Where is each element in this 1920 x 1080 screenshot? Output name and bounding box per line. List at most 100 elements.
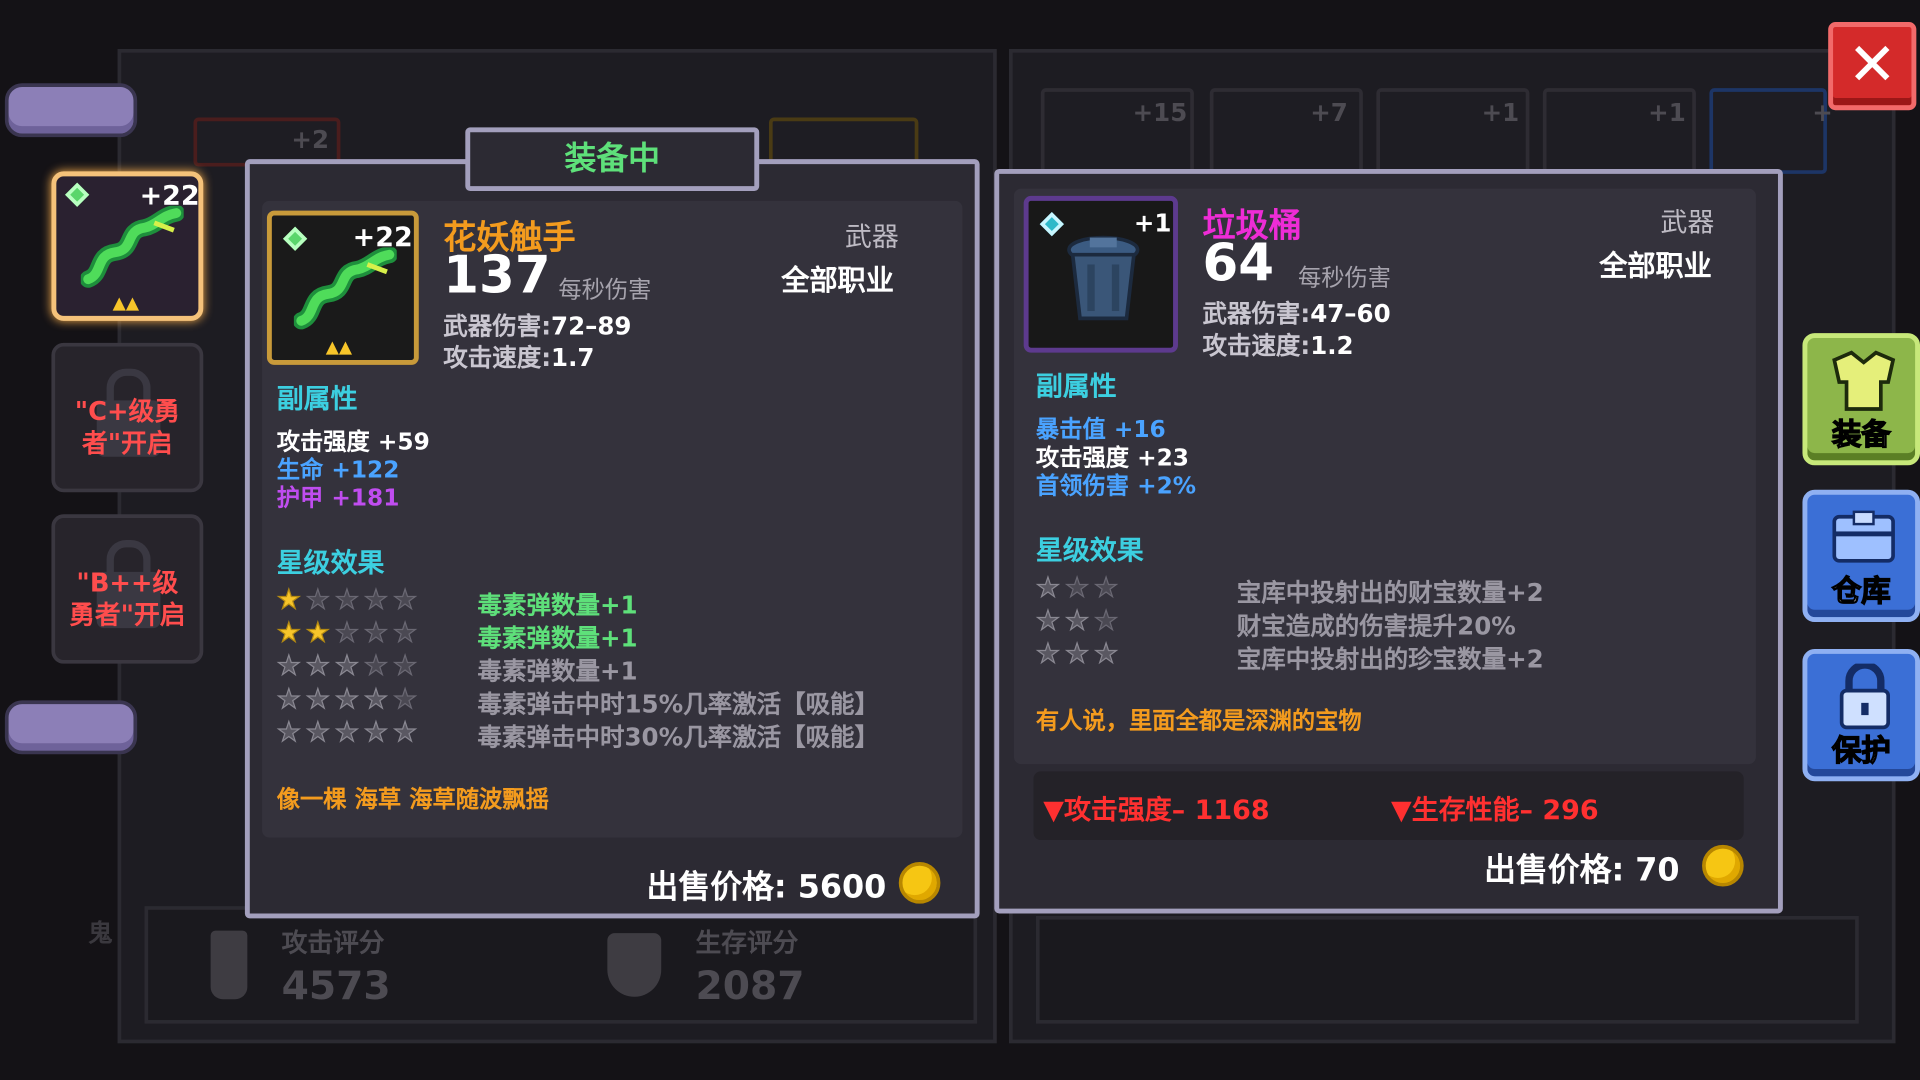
equipped-star-title: 星级效果 xyxy=(276,548,385,580)
sub-attr: 首领伤害 +2% xyxy=(1035,472,1197,500)
star-icon: ★ xyxy=(392,684,418,716)
star-icon: ★ xyxy=(305,717,330,749)
star-effect-text: 毒素弹击中时30%几率激活【吸能】 xyxy=(477,722,880,752)
star-icon: ★ xyxy=(305,684,330,716)
star-effect-stars: ★ ★ ★ ★ ★ xyxy=(276,684,418,716)
star-icon: ★ xyxy=(1035,639,1061,670)
armor-icon xyxy=(1832,350,1896,411)
equipped-item-icon-box: +22 ▲▲ xyxy=(266,210,419,365)
tentacle-weapon-icon xyxy=(293,247,397,330)
equipped-dps-label: 每秒伤害 xyxy=(558,276,652,304)
star-icon: ★ xyxy=(276,618,301,649)
inventory-slot-level: +1 xyxy=(1481,97,1520,128)
star-effect-stars: ★ ★ ★ xyxy=(1035,639,1119,670)
scroll-up-button[interactable] xyxy=(4,83,138,138)
sub-attr: 护甲 +181 xyxy=(276,484,400,512)
chest-icon xyxy=(1832,510,1895,563)
coin-icon xyxy=(1702,844,1744,887)
background-inventory-grid xyxy=(1035,915,1859,1024)
star-icon: ★ xyxy=(1035,573,1061,604)
equipped-item-dps: 137 xyxy=(443,244,551,305)
star-icon: ★ xyxy=(363,585,389,616)
equipment-slot-locked[interactable]: "C+级勇者"开启 xyxy=(51,342,204,493)
star-icon: ★ xyxy=(334,651,360,683)
star-icon: ★ xyxy=(1093,606,1119,637)
unlock-requirement: "B++级勇者"开启 xyxy=(69,568,186,630)
protect-button[interactable]: 保护 xyxy=(1802,648,1920,782)
compare-item-dps: 64 xyxy=(1202,232,1275,293)
star-rank-icon: ▲▲ xyxy=(112,293,140,314)
compare-weapon-damage: 武器伤害:47–60 xyxy=(1202,294,1390,330)
storage-button[interactable]: 仓库 xyxy=(1802,489,1920,623)
star-icon: ★ xyxy=(305,585,330,616)
star-icon: ★ xyxy=(334,684,360,716)
star-icon: ★ xyxy=(392,651,418,683)
star-icon: ★ xyxy=(392,717,418,749)
close-icon: ✕ xyxy=(1847,30,1897,100)
star-effect-text: 毒素弹击中时15%几率激活【吸能】 xyxy=(477,689,880,719)
tentacle-weapon-icon xyxy=(80,205,184,288)
attack-speed-value: 1.7 xyxy=(551,342,595,373)
equipped-attack-speed: 攻击速度:1.7 xyxy=(443,338,594,374)
equipped-tab-label: 装备中 xyxy=(564,140,661,178)
coin-icon xyxy=(898,862,941,904)
star-icon: ★ xyxy=(1093,639,1119,670)
weapon-damage-value: 47–60 xyxy=(1310,298,1391,329)
score-bar xyxy=(144,906,978,1024)
equip-button[interactable]: 装备 xyxy=(1802,333,1920,466)
star-effect-stars: ★ ★ ★ ★ ★ xyxy=(276,651,418,683)
star-effect-text: 毒素弹数量+1 xyxy=(477,656,638,686)
compare-sub-attr-title: 副属性 xyxy=(1035,372,1117,403)
equipped-weapon-damage: 武器伤害:72–89 xyxy=(443,306,631,342)
compare-item-class: 全部职业 xyxy=(1599,251,1712,283)
star-icon: ★ xyxy=(363,684,389,716)
star-effect-stars: ★ ★ ★ ★ ★ xyxy=(276,585,418,616)
compare-star-title: 星级效果 xyxy=(1035,536,1144,567)
shield-icon xyxy=(607,933,662,997)
survival-diff: ▼生存性能– 296 xyxy=(1391,795,1599,827)
scroll-down-button[interactable] xyxy=(4,700,138,755)
survival-score-label: 生存评分 xyxy=(695,928,799,958)
star-icon: ★ xyxy=(363,618,389,649)
weapon-damage-value: 72–89 xyxy=(551,311,632,341)
close-button[interactable]: ✕ xyxy=(1828,22,1917,111)
star-icon: ★ xyxy=(363,717,389,749)
attack-speed-value: 1.2 xyxy=(1310,330,1354,361)
equipment-slot-active[interactable]: +22 ▲▲ xyxy=(51,171,204,321)
star-icon: ★ xyxy=(334,717,360,749)
attack-speed-label: 攻击速度: xyxy=(1202,330,1311,361)
inventory-slot[interactable] xyxy=(1709,88,1827,174)
inventory-slot-level: +1 xyxy=(1648,97,1686,128)
star-icon: ★ xyxy=(276,651,301,683)
star-icon: ★ xyxy=(276,717,301,749)
star-icon: ★ xyxy=(1035,606,1061,637)
compare-item-type: 武器 xyxy=(1660,208,1715,239)
star-icon: ★ xyxy=(276,585,301,616)
attack-score-label: 攻击评分 xyxy=(281,928,385,958)
star-icon: ★ xyxy=(392,585,418,616)
star-icon: ★ xyxy=(1064,573,1090,604)
equipped-flavor-text: 像一棵 海草 海草随波飘摇 xyxy=(276,786,549,814)
protect-button-label: 保护 xyxy=(1831,733,1891,769)
star-icon: ★ xyxy=(305,618,330,649)
compare-item-icon-box: +1 xyxy=(1023,195,1178,353)
star-icon: ★ xyxy=(392,618,418,649)
star-icon: ★ xyxy=(334,618,360,649)
survival-score-value: 2087 xyxy=(695,962,805,1009)
equipped-tab: 装备中 xyxy=(465,127,760,192)
star-icon: ★ xyxy=(363,651,389,683)
equipped-item-type: 武器 xyxy=(844,222,899,254)
equipment-slot-locked[interactable]: "B++级勇者"开启 xyxy=(51,514,204,664)
star-icon: ★ xyxy=(276,684,301,716)
star-effect-text: 财宝造成的伤害提升20% xyxy=(1236,611,1516,641)
inventory-slot-level: +7 xyxy=(1310,97,1348,128)
equip-button-label: 装备 xyxy=(1831,417,1891,453)
star-icon: ★ xyxy=(334,585,360,616)
star-icon: ★ xyxy=(1064,606,1090,637)
star-icon: ★ xyxy=(1064,639,1090,670)
star-effect-text: 宝库中投射出的财宝数量+2 xyxy=(1236,577,1544,608)
trash-can-icon xyxy=(1067,235,1140,321)
attack-score-value: 4573 xyxy=(281,962,391,1009)
inventory-slot-level: +15 xyxy=(1132,97,1188,128)
compare-sell-price: 出售价格: 70 xyxy=(1484,852,1680,889)
